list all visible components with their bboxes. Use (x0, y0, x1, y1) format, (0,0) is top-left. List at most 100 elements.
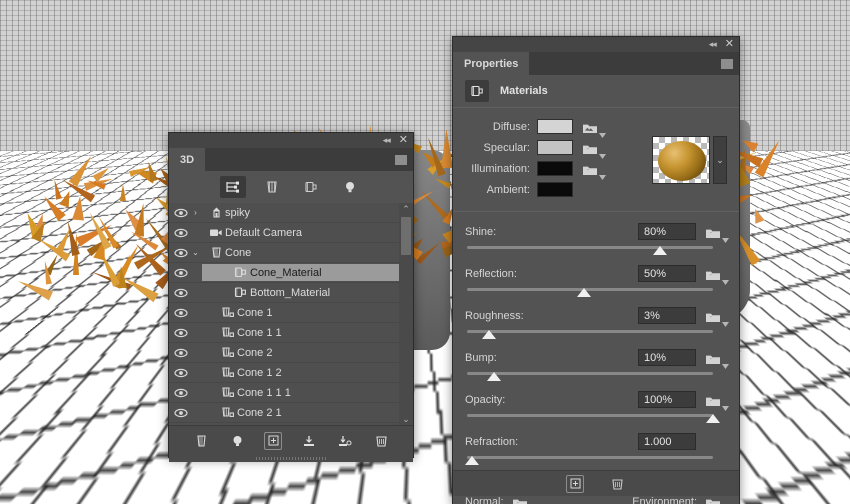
scene-list-item[interactable]: Default Camera (169, 223, 413, 243)
tab-properties[interactable]: Properties (453, 52, 530, 75)
materials-icon (465, 80, 489, 102)
add-light-icon[interactable] (228, 432, 246, 450)
move-to-ground-icon[interactable] (336, 432, 354, 450)
cone-spike (59, 188, 75, 208)
slider-track-area[interactable] (465, 411, 727, 427)
folder-icon[interactable] (705, 391, 729, 411)
slider-track-area[interactable] (465, 243, 727, 259)
texture-map-icon[interactable] (582, 118, 606, 138)
scene-filter-icon[interactable] (219, 176, 246, 198)
properties-footer (453, 470, 739, 496)
panel-menu-icon[interactable] (721, 58, 733, 69)
visibility-eye-icon[interactable] (173, 228, 189, 238)
disclosure-triangle-icon[interactable]: ⌄ (189, 248, 202, 257)
slider-value-field[interactable]: 3% (638, 307, 696, 324)
scene-item-label: Cone 2 (237, 346, 273, 359)
mesh-filter-icon[interactable] (259, 176, 285, 198)
material-sphere-preview[interactable] (652, 136, 710, 184)
slider-track[interactable] (467, 414, 713, 417)
color-swatch[interactable] (537, 161, 573, 176)
properties-panel[interactable]: ◂◂ ✕ Properties Materials Diffuse: Specul… (452, 36, 740, 504)
folder-icon[interactable] (705, 223, 729, 243)
collapse-icon[interactable]: ◂◂ (383, 136, 391, 145)
scene-item-label: Cone 1 1 (237, 326, 282, 339)
visibility-eye-icon[interactable] (173, 268, 189, 278)
scene-item-content: Cone 2 1 (202, 404, 413, 421)
scroll-down-icon[interactable]: ⌄ (402, 413, 410, 425)
color-swatch[interactable] (537, 182, 573, 197)
scene-list-item[interactable]: Cone 1 (169, 303, 413, 323)
slider-value-field[interactable]: 50% (638, 265, 696, 282)
visibility-eye-icon[interactable] (173, 328, 189, 338)
close-icon[interactable]: ✕ (725, 39, 734, 50)
folder-icon[interactable] (705, 307, 729, 327)
slider-thumb[interactable] (576, 288, 591, 297)
slider-thumb[interactable] (653, 246, 668, 255)
materials-filter-icon[interactable] (298, 176, 324, 198)
slider-track[interactable] (467, 456, 713, 459)
scene-list-item[interactable]: Cone 1 2 1 (169, 423, 413, 425)
scene-item-content: Cone 2 (202, 344, 413, 361)
visibility-eye-icon[interactable] (173, 288, 189, 298)
slider-track-area[interactable] (465, 369, 727, 385)
scene-list-item[interactable]: Bottom_Material (169, 283, 413, 303)
slider-thumb[interactable] (482, 330, 497, 339)
visibility-eye-icon[interactable] (173, 368, 189, 378)
scene-list-item[interactable]: › spiky (169, 203, 413, 223)
scrollbar-thumb[interactable] (401, 217, 411, 255)
tab-3d[interactable]: 3D (169, 148, 206, 171)
slider-value-field[interactable]: 80% (638, 223, 696, 240)
material-preview-group[interactable]: ⌄ (652, 119, 727, 201)
scene-list-item[interactable]: Cone 1 1 1 (169, 383, 413, 403)
slider-track-area[interactable] (465, 327, 727, 343)
delete-material-icon[interactable] (608, 475, 626, 493)
slider-value-field[interactable]: 10% (638, 349, 696, 366)
folder-icon[interactable] (705, 349, 729, 369)
slider-track-area[interactable] (465, 285, 727, 301)
delete-icon[interactable] (372, 432, 390, 450)
slider-thumb[interactable] (464, 456, 479, 465)
3d-scene-list[interactable]: › spiky Default Camera ⌄ Cone Cone_Material Bo… (169, 203, 413, 425)
scene-list-item[interactable]: Cone 2 (169, 343, 413, 363)
lights-filter-icon[interactable] (337, 176, 363, 198)
slider-track[interactable] (467, 246, 713, 249)
folder-icon[interactable] (582, 160, 606, 180)
visibility-eye-icon[interactable] (173, 388, 189, 398)
material-picker-chevron-icon[interactable]: ⌄ (713, 136, 727, 184)
add-mesh-icon[interactable] (192, 432, 210, 450)
3d-panel[interactable]: ◂◂ ✕ 3D ›spikyDefault Camera⌄ConeCo (168, 132, 414, 462)
slider-track[interactable] (467, 330, 713, 333)
collapse-icon[interactable]: ◂◂ (709, 40, 717, 49)
color-swatch[interactable] (537, 140, 573, 155)
slider-track[interactable] (467, 372, 713, 375)
scene-list-scrollbar[interactable]: ⌃ ⌄ (399, 203, 413, 425)
mesh-child-icon (219, 386, 237, 399)
slider-track-area[interactable] (464, 453, 727, 469)
scene-list-item[interactable]: Cone_Material (169, 263, 413, 283)
disclosure-triangle-icon[interactable]: › (189, 208, 202, 217)
visibility-eye-icon[interactable] (173, 308, 189, 318)
panel-menu-icon[interactable] (395, 154, 407, 165)
scene-list-item[interactable]: Cone 2 1 (169, 403, 413, 423)
close-icon[interactable]: ✕ (399, 135, 408, 146)
scene-list-item[interactable]: Cone 1 1 (169, 323, 413, 343)
visibility-eye-icon[interactable] (173, 408, 189, 418)
slider-thumb[interactable] (705, 414, 720, 423)
slider-thumb[interactable] (487, 372, 502, 381)
scroll-up-icon[interactable]: ⌃ (402, 203, 410, 215)
new-tile-icon[interactable] (264, 431, 282, 450)
scene-list-item[interactable]: ⌄ Cone (169, 243, 413, 263)
color-swatch[interactable] (537, 119, 573, 134)
visibility-eye-icon[interactable] (173, 248, 189, 258)
slider-header: Roughness: 3% (465, 305, 729, 327)
ground-shadow-icon[interactable] (300, 432, 318, 450)
slider-value-field[interactable]: 1.000 (638, 433, 696, 450)
visibility-eye-icon[interactable] (173, 208, 189, 218)
visibility-eye-icon[interactable] (173, 348, 189, 358)
panel-resize-grip[interactable] (169, 455, 413, 462)
scene-list-item[interactable]: Cone 1 2 (169, 363, 413, 383)
new-material-icon[interactable] (566, 474, 584, 493)
slider-value-field[interactable]: 100% (638, 391, 696, 408)
folder-icon[interactable] (582, 139, 606, 159)
folder-icon[interactable] (705, 265, 729, 285)
